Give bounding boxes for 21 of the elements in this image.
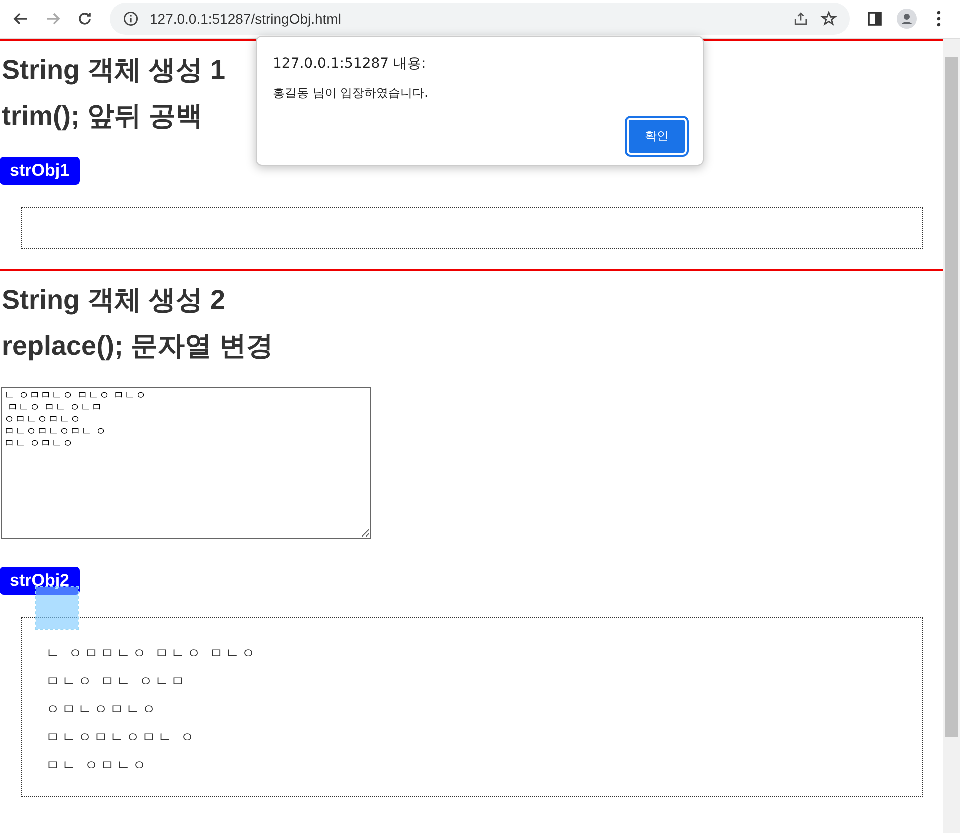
strobj1-button[interactable]: strObj1 xyxy=(0,157,80,185)
scrollbar-thumb[interactable] xyxy=(945,57,958,737)
output-line: ㅁㄴ ㅇㅁㄴㅇ xyxy=(46,757,150,776)
output-line: ㅁㄴㅇ ㅁㄴ ㅇㄴㅁ xyxy=(46,673,188,692)
output-line: ㅇㅁㄴㅇㅁㄴㅇ xyxy=(46,701,159,720)
dialog-message: 홍길동 님이 입장하였습니다. xyxy=(273,85,430,102)
profile-icon[interactable] xyxy=(894,9,920,29)
star-icon[interactable] xyxy=(820,10,838,28)
dialog-title: 127.0.0.1:51287 내용: xyxy=(273,55,428,73)
scrollbar[interactable] xyxy=(943,39,960,833)
strobj2-button[interactable]: strObj2 xyxy=(0,567,80,595)
section-heading: String 객체 생성 1 trim(); 앞뒤 공백 xyxy=(2,54,226,133)
output-line: ㄴ ㅇㅁㅁㄴㅇ ㅁㄴㅇ ㅁㄴㅇ xyxy=(46,645,258,664)
section-heading: String 객체 생성 2 replace(); 문자열 변경 xyxy=(2,284,274,363)
share-icon[interactable] xyxy=(792,10,810,28)
address-bar[interactable]: 127.0.0.1:51287/stringObj.html xyxy=(110,3,850,35)
ok-button[interactable]: 확인 xyxy=(627,118,687,155)
text-area[interactable]: ㄴ ㅇㅁㅁㄴㅇ ㅁㄴㅇ ㅁㄴㅇ ㅁㄴㅇ ㅁㄴ ㅇㄴㅁ ㅇㅁㄴㅇㅁㄴㅇ ㅁㄴㅇㅁㄴㅇㅁㄴ ㅇ ㅁㄴ ㅇㅁㄴㅇ xyxy=(1,387,371,539)
output-line: ㅁㄴㅇㅁㄴㅇㅁㄴ ㅇ xyxy=(46,729,198,748)
url-text: 127.0.0.1:51287/stringObj.html xyxy=(150,11,342,27)
info-icon[interactable] xyxy=(122,10,140,28)
